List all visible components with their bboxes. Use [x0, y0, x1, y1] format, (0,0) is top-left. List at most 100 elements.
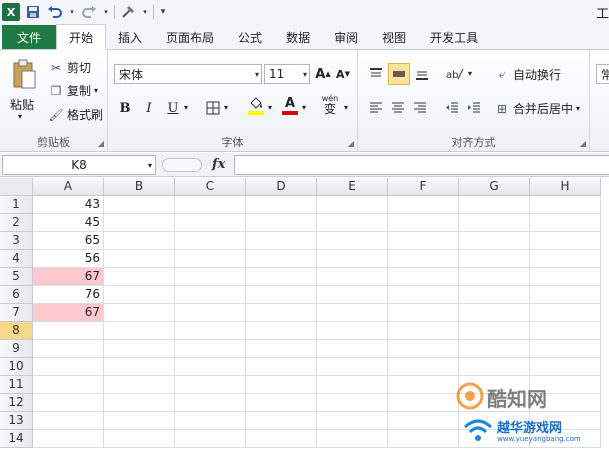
borders-button[interactable] — [204, 98, 222, 118]
wrap-text-button[interactable]: ⤶ 自动换行 — [494, 66, 561, 83]
cell-c7[interactable] — [175, 304, 246, 322]
column-header-d[interactable]: D — [246, 178, 317, 196]
cell-g1[interactable] — [459, 196, 530, 214]
cell-h1[interactable] — [530, 196, 601, 214]
underline-button[interactable]: U — [164, 98, 182, 118]
merge-dropdown-icon[interactable]: ▾ — [576, 104, 580, 113]
select-all-corner[interactable] — [0, 178, 33, 196]
fill-color-button[interactable] — [246, 96, 266, 116]
cell-f1[interactable] — [388, 196, 459, 214]
format-painter-button[interactable]: 🖌 格式刷 — [48, 106, 103, 123]
grow-font-button[interactable]: A ▲ — [314, 64, 332, 84]
cell-a14[interactable] — [33, 430, 104, 448]
cell-a1[interactable]: 43 — [33, 196, 104, 214]
redo-icon[interactable] — [80, 3, 98, 21]
cell-h8[interactable] — [530, 322, 601, 340]
customize-toolbar-icon[interactable]: ▾ — [158, 3, 168, 21]
formula-input[interactable] — [234, 155, 609, 175]
cell-e1[interactable] — [317, 196, 388, 214]
cell-d1[interactable] — [246, 196, 317, 214]
decrease-indent-button[interactable] — [442, 98, 462, 118]
cell-d10[interactable] — [246, 358, 317, 376]
insert-function-icon[interactable]: fx — [212, 157, 225, 172]
number-format-dropdown[interactable]: 常 — [596, 64, 609, 84]
underline-dropdown-icon[interactable]: ▾ — [184, 103, 188, 112]
tab-review[interactable]: 审阅 — [322, 25, 370, 49]
cell-b12[interactable] — [104, 394, 175, 412]
cell-f7[interactable] — [388, 304, 459, 322]
align-bottom-button[interactable] — [412, 64, 432, 84]
cell-g3[interactable] — [459, 232, 530, 250]
cell-d2[interactable] — [246, 214, 317, 232]
dialog-launcher-icon[interactable]: ◢ — [98, 139, 104, 148]
cell-d13[interactable] — [246, 412, 317, 430]
cell-h6[interactable] — [530, 286, 601, 304]
cell-b14[interactable] — [104, 430, 175, 448]
tab-formulas[interactable]: 公式 — [226, 25, 274, 49]
row-header-6[interactable]: 6 — [0, 286, 33, 304]
cell-c1[interactable] — [175, 196, 246, 214]
cell-e8[interactable] — [317, 322, 388, 340]
cell-e5[interactable] — [317, 268, 388, 286]
cell-f5[interactable] — [388, 268, 459, 286]
cell-c13[interactable] — [175, 412, 246, 430]
cell-b9[interactable] — [104, 340, 175, 358]
cell-a7[interactable]: 67 — [33, 304, 104, 322]
cell-e6[interactable] — [317, 286, 388, 304]
cell-d12[interactable] — [246, 394, 317, 412]
cell-d8[interactable] — [246, 322, 317, 340]
row-header-2[interactable]: 2 — [0, 214, 33, 232]
cell-d4[interactable] — [246, 250, 317, 268]
cell-e13[interactable] — [317, 412, 388, 430]
cell-a5[interactable]: 67 — [33, 268, 104, 286]
cell-c11[interactable] — [175, 376, 246, 394]
cell-b6[interactable] — [104, 286, 175, 304]
tab-data[interactable]: 数据 — [274, 25, 322, 49]
font-size-dropdown[interactable]: 11 ▾ — [264, 64, 310, 84]
cell-e11[interactable] — [317, 376, 388, 394]
paste-dropdown-icon[interactable]: ▾ — [18, 112, 22, 121]
font-color-button[interactable]: A — [280, 96, 300, 116]
cell-b5[interactable] — [104, 268, 175, 286]
row-header-13[interactable]: 13 — [0, 412, 33, 430]
column-header-g[interactable]: G — [459, 178, 530, 196]
row-header-5[interactable]: 5 — [0, 268, 33, 286]
dialog-launcher-icon[interactable]: ◢ — [580, 139, 586, 148]
cell-a3[interactable]: 65 — [33, 232, 104, 250]
cell-g6[interactable] — [459, 286, 530, 304]
dropdown-arrow-icon[interactable]: ▾ — [102, 3, 110, 21]
row-header-4[interactable]: 4 — [0, 250, 33, 268]
cell-g2[interactable] — [459, 214, 530, 232]
row-header-1[interactable]: 1 — [0, 196, 33, 214]
fill-color-dropdown-icon[interactable]: ▾ — [268, 103, 272, 112]
cell-g9[interactable] — [459, 340, 530, 358]
tab-view[interactable]: 视图 — [370, 25, 418, 49]
cell-e4[interactable] — [317, 250, 388, 268]
borders-dropdown-icon[interactable]: ▾ — [224, 103, 228, 112]
row-header-3[interactable]: 3 — [0, 232, 33, 250]
cell-h2[interactable] — [530, 214, 601, 232]
cell-d9[interactable] — [246, 340, 317, 358]
cell-a13[interactable] — [33, 412, 104, 430]
paste-button[interactable]: 粘贴 ▾ — [2, 52, 42, 122]
cell-a8[interactable] — [33, 322, 104, 340]
cell-h3[interactable] — [530, 232, 601, 250]
dialog-launcher-icon[interactable]: ◢ — [348, 139, 354, 148]
cell-a6[interactable]: 76 — [33, 286, 104, 304]
font-name-dropdown[interactable]: 宋体 ▾ — [114, 64, 262, 84]
cell-d6[interactable] — [246, 286, 317, 304]
cell-f4[interactable] — [388, 250, 459, 268]
dropdown-arrow-icon[interactable]: ▾ — [141, 3, 149, 21]
phonetic-dropdown-icon[interactable]: ▾ — [344, 103, 348, 112]
row-header-8[interactable]: 8 — [0, 322, 33, 340]
row-header-11[interactable]: 11 — [0, 376, 33, 394]
cell-d3[interactable] — [246, 232, 317, 250]
copy-dropdown-icon[interactable]: ▾ — [94, 86, 98, 95]
cell-h5[interactable] — [530, 268, 601, 286]
font-color-dropdown-icon[interactable]: ▾ — [302, 103, 306, 112]
row-header-9[interactable]: 9 — [0, 340, 33, 358]
row-header-10[interactable]: 10 — [0, 358, 33, 376]
align-center-button[interactable] — [388, 98, 408, 118]
cell-c8[interactable] — [175, 322, 246, 340]
cell-e12[interactable] — [317, 394, 388, 412]
